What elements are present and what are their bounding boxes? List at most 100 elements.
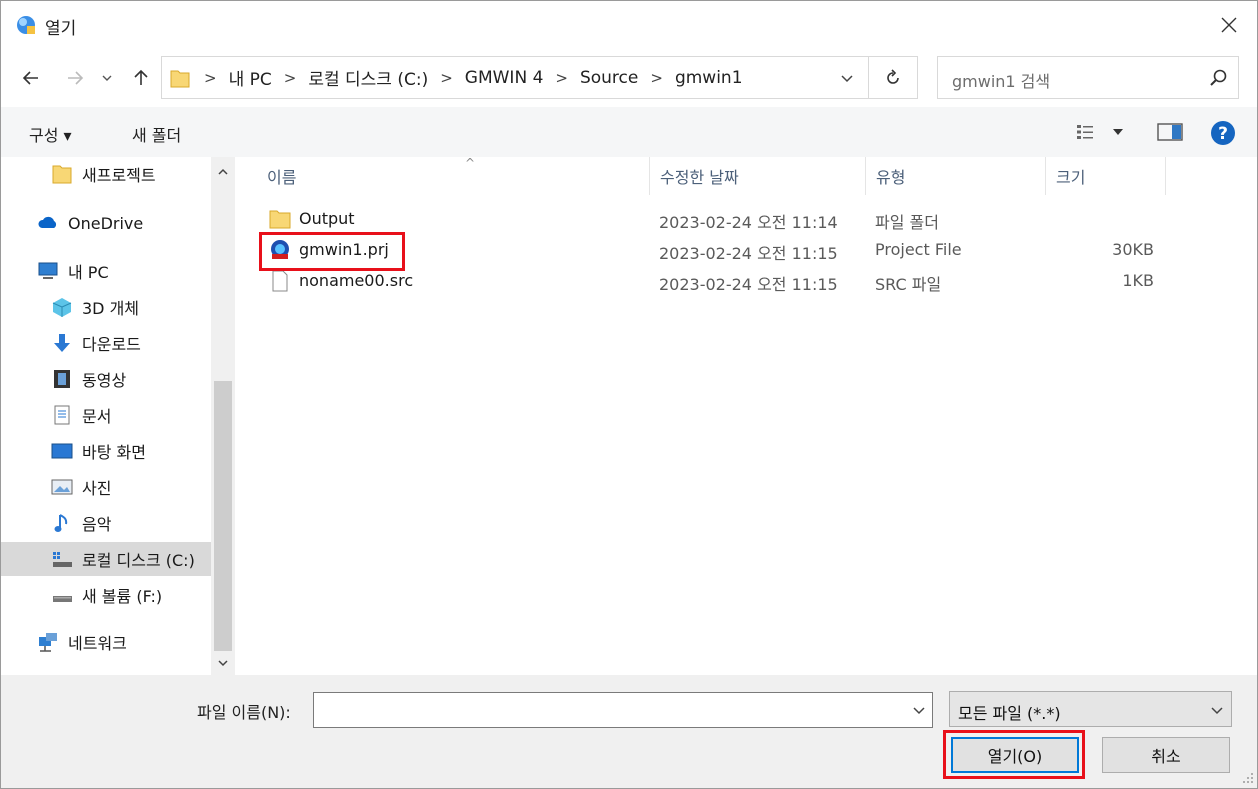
chevron-down-icon — [1211, 707, 1223, 715]
nav-item-network[interactable]: 네트워크 — [1, 625, 211, 659]
open-dialog-icon — [17, 16, 35, 34]
address-bar[interactable]: > 내 PC > 로컬 디스크 (C:) > GMWIN 4 > Source … — [161, 56, 869, 99]
dialog-footer: 파일 이름(N): 모든 파일 (*.*) 열기(O) 취소 — [1, 675, 1257, 788]
network-icon — [39, 633, 57, 652]
column-header-date[interactable]: 수정한 날짜 — [650, 157, 866, 195]
nav-item-label: 음악 — [82, 515, 112, 534]
download-icon — [54, 334, 70, 352]
command-bar: 구성 ▾ 새 폴더 ? — [1, 107, 1257, 157]
refresh-icon — [887, 68, 899, 84]
filename-history-button[interactable] — [908, 699, 930, 721]
file-name: noname00.src — [299, 271, 414, 290]
nav-item-label: 사진 — [82, 479, 112, 498]
new-folder-button[interactable]: 새 폴더 — [132, 122, 181, 146]
recent-locations-button[interactable] — [97, 63, 117, 93]
column-header-type[interactable]: 유형 — [866, 157, 1046, 195]
gmwin-project-icon — [271, 240, 289, 259]
breadcrumb-separator: > — [204, 68, 217, 87]
nav-item-label: 새프로젝트 — [82, 166, 156, 185]
search-icon[interactable] — [1208, 68, 1228, 88]
file-type-dropdown[interactable] — [1206, 699, 1228, 721]
column-header-label: 수정한 날짜 — [660, 168, 739, 187]
nav-item-volume-f[interactable]: 새 볼륨 (F:) — [1, 578, 211, 612]
refresh-button[interactable] — [868, 56, 918, 99]
address-history-button[interactable] — [835, 67, 859, 89]
scroll-up-button[interactable] — [211, 160, 235, 184]
video-icon — [54, 370, 70, 388]
navigation-scrollbar[interactable] — [211, 157, 235, 675]
title-bar: 열기 — [1, 1, 1257, 49]
file-size: 30KB — [1112, 240, 1154, 259]
file-date: 2023-02-24 오전 11:15 — [659, 275, 838, 294]
forward-button[interactable] — [61, 63, 89, 93]
file-type: SRC 파일 — [875, 275, 942, 294]
music-icon — [54, 514, 68, 532]
nav-item-onedrive[interactable]: OneDrive — [1, 206, 211, 240]
scroll-down-button[interactable] — [211, 651, 235, 675]
desktop-icon — [51, 443, 73, 459]
drive-icon — [53, 552, 72, 567]
nav-item-local-disk-c[interactable]: 로컬 디스크 (C:) — [1, 542, 211, 576]
nav-item-this-pc[interactable]: 내 PC — [1, 254, 211, 288]
column-header-label: 이름 — [267, 168, 297, 187]
arrow-right-icon — [68, 71, 84, 85]
filename-label: 파일 이름(N): — [197, 703, 291, 722]
file-type: Project File — [875, 240, 962, 259]
nav-item-music[interactable]: 음악 — [1, 506, 211, 540]
help-icon: ? — [1211, 121, 1235, 145]
arrow-up-icon — [134, 69, 148, 85]
cancel-button[interactable]: 취소 — [1102, 737, 1230, 773]
file-type: 파일 폴더 — [875, 213, 939, 232]
breadcrumb: > 내 PC > 로컬 디스크 (C:) > GMWIN 4 > Source … — [198, 57, 749, 98]
file-name: gmwin1.prj — [299, 240, 389, 259]
cloud-icon — [38, 216, 57, 228]
nav-item-documents[interactable]: 문서 — [1, 398, 211, 432]
resize-grip-icon[interactable] — [1239, 769, 1255, 785]
nav-item-label: 동영상 — [82, 371, 127, 390]
nav-item-downloads[interactable]: 다운로드 — [1, 326, 211, 360]
nav-item-label: 다운로드 — [82, 335, 141, 354]
file-list: 이름 ^ 수정한 날짜 유형 크기 Output 2023-02-24 오전 1… — [239, 156, 1257, 675]
close-icon[interactable] — [1215, 11, 1243, 39]
breadcrumb-this-pc[interactable]: 내 PC — [223, 65, 278, 90]
column-header-size[interactable]: 크기 — [1046, 157, 1166, 195]
organize-button[interactable]: 구성 ▾ — [29, 122, 72, 146]
breadcrumb-separator: > — [650, 68, 663, 87]
sort-ascending-icon: ^ — [465, 156, 476, 170]
column-header-label: 유형 — [876, 168, 906, 187]
scroll-thumb[interactable] — [214, 381, 232, 651]
open-file-dialog: 열기 > 내 PC > 로컬 디스크 (C:) > GMWIN 4 > Sour… — [0, 0, 1258, 789]
nav-item-3d-objects[interactable]: 3D 개체 — [1, 290, 211, 324]
nav-item-new-project[interactable]: 새프로젝트 — [1, 157, 211, 191]
file-row-noname00-src[interactable]: noname00.src 2023-02-24 오전 11:15 SRC 파일 … — [257, 266, 1157, 297]
breadcrumb-source[interactable]: Source — [574, 68, 644, 88]
file-type-selected: 모든 파일 (*.*) — [958, 704, 1061, 723]
help-button[interactable]: ? — [1210, 120, 1236, 146]
breadcrumb-local-disk[interactable]: 로컬 디스크 (C:) — [302, 65, 434, 90]
file-row-output[interactable]: Output 2023-02-24 오전 11:14 파일 폴더 — [257, 204, 1157, 235]
back-button[interactable] — [17, 63, 45, 93]
chevron-down-icon — [218, 660, 228, 667]
folder-icon — [52, 165, 72, 184]
file-type-select[interactable]: 모든 파일 (*.*) — [949, 691, 1232, 727]
preview-pane-button[interactable] — [1156, 122, 1184, 142]
chevron-down-icon — [1113, 129, 1123, 135]
nav-item-label: 바탕 화면 — [82, 443, 146, 462]
nav-item-videos[interactable]: 동영상 — [1, 362, 211, 396]
file-row-gmwin1-prj[interactable]: gmwin1.prj 2023-02-24 오전 11:15 Project F… — [257, 235, 1157, 266]
change-view-button[interactable] — [1073, 121, 1129, 143]
up-button[interactable] — [127, 63, 155, 93]
filename-input[interactable] — [313, 692, 933, 728]
nav-item-desktop[interactable]: 바탕 화면 — [1, 434, 211, 468]
breadcrumb-gmwin1[interactable]: gmwin1 — [669, 68, 749, 88]
search-input[interactable]: gmwin1 검색 — [937, 56, 1239, 99]
nav-item-label: 3D 개체 — [82, 299, 140, 318]
nav-item-pictures[interactable]: 사진 — [1, 470, 211, 504]
open-button[interactable]: 열기(O) — [951, 737, 1079, 773]
chevron-down-icon — [841, 75, 853, 83]
nav-item-label: 네트워크 — [68, 634, 127, 653]
details-view-icon — [1077, 125, 1093, 139]
column-header-name[interactable]: 이름 ^ — [257, 156, 650, 195]
file-size: 1KB — [1122, 271, 1154, 290]
breadcrumb-gmwin4[interactable]: GMWIN 4 — [459, 68, 550, 88]
